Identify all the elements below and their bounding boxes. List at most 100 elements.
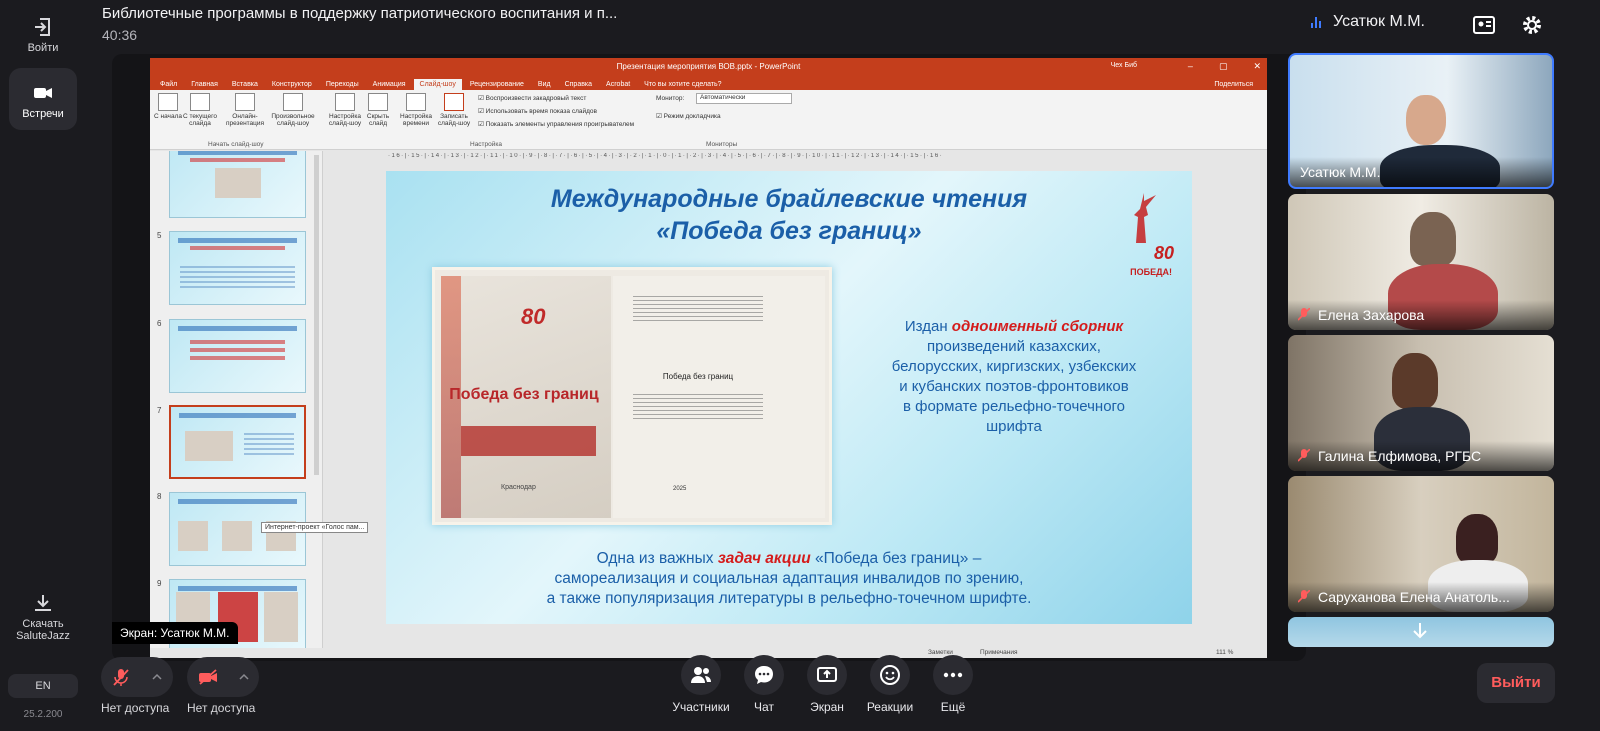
language-switch[interactable]: EN <box>8 674 78 698</box>
participant-tile[interactable]: Елена Захарова <box>1288 194 1554 330</box>
motherland-statue-icon <box>1134 193 1156 243</box>
slide-bottom-text: Одна из важных задач акции «Победа без г… <box>426 549 1152 609</box>
app-version: 25.2.200 <box>23 709 63 720</box>
ppt-tab[interactable]: Переходы <box>320 79 365 90</box>
rehearse-label: Настройка времени <box>400 113 432 127</box>
ppt-window-title: Презентация мероприятия ВОВ.pptx - Power… <box>616 62 801 71</box>
participant-name: Елена Захарова <box>1318 307 1425 323</box>
meeting-timer: 40:36 <box>102 27 138 43</box>
slide-thumbnail[interactable] <box>169 231 306 305</box>
minimize-icon[interactable]: – <box>1188 61 1193 72</box>
chat-label: Чат <box>754 700 774 714</box>
active-speaker: Усатюк М.М. <box>1311 13 1425 31</box>
participants-label: Участники <box>672 700 730 714</box>
ppt-ribbon-tabs: Файл Главная Вставка Конструктор Переход… <box>150 75 1267 90</box>
book-photo: 80 Победа без границ Краснодар Победа бе… <box>432 267 832 525</box>
mic-control[interactable] <box>101 657 173 697</box>
arrow-down-icon <box>1413 623 1427 639</box>
book-cover-title: Победа без границ <box>449 386 599 403</box>
ppt-tab[interactable]: Рецензирование <box>464 79 530 90</box>
ppt-tab-slideshow[interactable]: Слайд-шоу <box>413 79 462 90</box>
chevron-up-icon[interactable] <box>238 673 249 681</box>
record-button[interactable]: Записать слайд-шоу <box>434 93 474 127</box>
reactions-button[interactable] <box>870 655 910 695</box>
reactions-label: Реакции <box>866 700 914 714</box>
thumbnails-scrollbar[interactable] <box>314 155 319 475</box>
book-title-page: Победа без границ 2025 <box>613 276 825 518</box>
group-setup-label: Настройка <box>470 141 502 148</box>
narration-checkbox[interactable]: Воспроизвести закадровый текст <box>478 94 587 102</box>
horizontal-ruler: ·16·|·15·|·14·|·13·|·12·|·11·|·10·|·9·|·… <box>388 153 944 159</box>
participant-name: Саруханова Елена Анатоль... <box>1318 589 1510 605</box>
maximize-icon[interactable]: ▢ <box>1219 61 1228 72</box>
ppt-tab[interactable]: Вид <box>532 79 557 90</box>
setup-show-button[interactable]: Настройка слайд-шоу <box>326 93 364 127</box>
more-button[interactable] <box>933 655 973 695</box>
bottom-text-line: а также популяризация литературы в релье… <box>546 590 1032 607</box>
group-start-label: Начать слайд-шоу <box>208 141 264 148</box>
left-rail: Войти Встречи Скачать SaluteJazz EN 25.2… <box>0 0 86 731</box>
close-icon[interactable]: ✕ <box>1253 61 1261 72</box>
active-speaker-name: Усатюк М.М. <box>1333 13 1425 30</box>
video-camera-icon <box>34 88 52 98</box>
book-cover-80: 80 <box>521 304 546 329</box>
ppt-tell-me[interactable]: Что вы хотите сделать? <box>638 79 727 90</box>
login-button[interactable]: Войти <box>9 16 77 54</box>
rehearse-button[interactable]: Настройка времени <box>396 93 436 127</box>
participant-tile[interactable]: Саруханова Елена Анатоль... <box>1288 476 1554 612</box>
audio-level-icon <box>1311 16 1322 28</box>
camera-control[interactable] <box>187 657 259 697</box>
leave-meeting-button[interactable]: Выйти <box>1477 663 1555 703</box>
book-city: Краснодар <box>501 484 536 491</box>
more-participants-tile[interactable] <box>1288 617 1554 647</box>
chevron-up-icon[interactable] <box>152 673 162 681</box>
participants-button[interactable] <box>681 655 721 695</box>
ppt-user: Чех Биб <box>1110 62 1137 69</box>
timings-checkbox[interactable]: Использовать время показа слайдов <box>478 107 597 115</box>
online-present-button[interactable]: Онлайн-презентация <box>222 93 268 127</box>
slide-thumbnail[interactable] <box>169 319 306 393</box>
chat-button[interactable] <box>744 655 784 695</box>
book-page-title: Победа без границ <box>662 372 734 381</box>
right-text-line: белорусских, киргизских, узбекских <box>891 358 1137 375</box>
bottom-text-emph: задач акции <box>717 550 811 567</box>
emblem-word: ПОБЕДА! <box>1130 267 1172 277</box>
ppt-share[interactable]: Поделиться <box>1208 79 1259 90</box>
hide-slide-label: Скрыть слайд <box>366 113 390 127</box>
participant-tile[interactable]: Усатюк М.М. <box>1288 53 1554 189</box>
participant-tile[interactable]: Галина Елфимова, РГБС <box>1288 335 1554 471</box>
ppt-tab[interactable]: Конструктор <box>266 79 318 90</box>
slide-thumbnail-selected[interactable] <box>169 405 306 479</box>
layout-icon[interactable] <box>1472 14 1496 36</box>
ppt-tab[interactable]: Acrobat <box>600 79 636 90</box>
slide-number: 5 <box>157 231 162 240</box>
slide-thumbnail[interactable] <box>169 151 306 218</box>
book-year: 2025 <box>673 486 687 492</box>
ppt-tab[interactable]: Вставка <box>226 79 264 90</box>
hide-slide-button[interactable]: Скрыть слайд <box>362 93 394 127</box>
right-text-line: в формате рельефно-точечного <box>902 398 1126 415</box>
screen-share-button[interactable] <box>807 655 847 695</box>
app-window: Войти Встречи Скачать SaluteJazz EN 25.2… <box>0 0 1600 731</box>
custom-show-button[interactable]: Произвольное слайд-шоу <box>268 93 318 127</box>
comments-button[interactable]: Примечания <box>980 649 1018 656</box>
book-cover: 80 Победа без границ Краснодар <box>441 276 611 518</box>
ppt-tab[interactable]: Файл <box>154 79 183 90</box>
ppt-tab[interactable]: Главная <box>185 79 224 90</box>
from-current-button[interactable]: С текущего слайда <box>180 93 220 127</box>
zoom-level[interactable]: 111 % <box>1216 649 1233 656</box>
camera-status-label: Нет доступа <box>187 701 256 715</box>
mic-off-icon <box>1298 449 1310 462</box>
online-present-label: Онлайн-презентация <box>225 113 265 127</box>
ppt-tab[interactable]: Анимация <box>367 79 412 90</box>
download-app-button[interactable]: Скачать SaluteJazz <box>9 592 77 642</box>
meetings-button[interactable]: Встречи <box>9 68 77 130</box>
media-controls-checkbox[interactable]: Показать элементы управления проигрывате… <box>478 120 634 128</box>
mic-off-icon <box>1298 308 1310 321</box>
settings-gear-icon[interactable] <box>1520 14 1544 36</box>
monitor-select[interactable]: Автоматически <box>696 93 792 104</box>
presenter-view-checkbox[interactable]: Режим докладчика <box>656 112 721 120</box>
ppt-tab[interactable]: Справка <box>559 79 598 90</box>
more-dots-icon <box>943 672 963 678</box>
monitor-label: Монитор: <box>656 95 685 102</box>
